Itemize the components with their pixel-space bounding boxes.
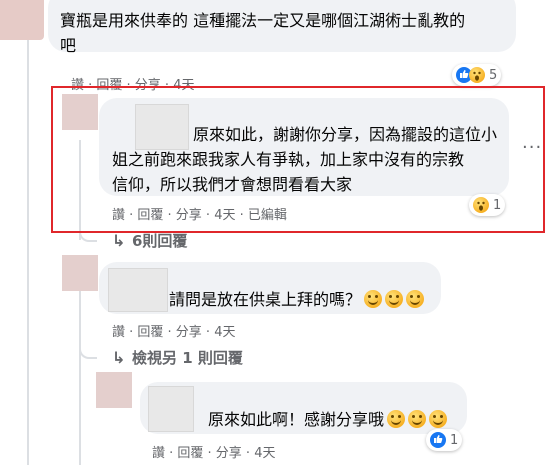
smile-emoji-icon: [364, 290, 383, 308]
thread-line: [27, 40, 29, 465]
thread-line: [79, 290, 81, 465]
comment-actions[interactable]: 讚 · 回覆 · 分享 · 4天 · 已編輯: [112, 204, 287, 223]
more-options-icon[interactable]: ···: [522, 137, 542, 158]
redacted-name: [148, 386, 194, 432]
reply-arrow-icon: ↳: [112, 231, 126, 250]
reaction-summary[interactable]: 1: [469, 194, 506, 216]
smile-emoji-icon: [408, 410, 427, 428]
reaction-summary[interactable]: 1: [426, 429, 463, 451]
avatar[interactable]: [0, 0, 44, 40]
avatar[interactable]: [96, 372, 132, 408]
redacted-name: [135, 104, 189, 150]
comment-text: 吧: [60, 36, 77, 55]
comment-text: 信仰，所以我們才會想問看看大家: [112, 175, 353, 194]
avatar[interactable]: [62, 255, 98, 291]
view-replies-link[interactable]: 檢視另 1 則回覆: [132, 347, 243, 368]
reaction-count: 1: [450, 432, 459, 448]
comment-text-body: 原來如此啊！感謝分享哦: [208, 410, 385, 429]
reply-arrow-icon: ↳: [112, 348, 126, 367]
wow-icon: [469, 67, 485, 83]
redacted-name: [108, 268, 168, 312]
smile-emoji-icon: [385, 290, 404, 308]
comment-text: 原來如此啊！感謝分享哦: [208, 407, 448, 433]
smile-emoji-icon: [406, 290, 425, 308]
reaction-count: 5: [489, 67, 498, 83]
avatar[interactable]: [62, 94, 98, 130]
comment-text: 原來如此，謝謝你分享，因為擺設的這位小: [193, 125, 498, 144]
comment-actions[interactable]: 讚 · 回覆 · 分享 · 4天: [152, 442, 275, 461]
wow-icon: [473, 197, 489, 213]
thread-connector: [79, 343, 97, 359]
like-icon: [430, 432, 446, 448]
comment-actions[interactable]: 讚 · 回覆 · 分享 · 4天: [112, 321, 235, 340]
comment-text: 請問是放在供桌上拜的嗎？: [169, 287, 425, 313]
smile-emoji-icon: [429, 410, 448, 428]
reaction-count: 1: [493, 197, 502, 213]
reaction-summary[interactable]: 5: [452, 64, 502, 86]
comment-text: 寶瓶是用來供奉的 這種擺法一定又是哪個江湖術士亂教的: [60, 11, 466, 30]
comment-text: 姐之前跑來跟我家人有爭執，加上家中沒有的宗教: [112, 150, 465, 169]
view-replies-link[interactable]: 6則回覆: [132, 230, 187, 251]
comment-text-body: 請問是放在供桌上拜的嗎？: [169, 290, 362, 309]
smile-emoji-icon: [387, 410, 406, 428]
